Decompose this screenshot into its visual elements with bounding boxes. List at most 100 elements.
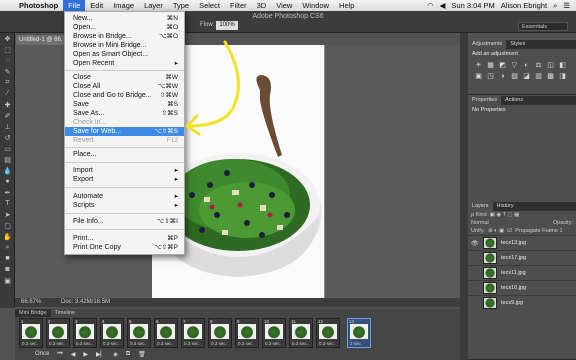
menu-item-save-for-web[interactable]: Save for Web... ⌥⇧⌘S (65, 127, 184, 136)
menu-item-new[interactable]: New... ⌘N (65, 14, 184, 23)
menu-file[interactable]: File (63, 0, 86, 11)
menu-item-save-as[interactable]: Save As... ⇧⌘S (65, 109, 184, 118)
healing-tool-icon[interactable]: ✚ (0, 99, 15, 110)
menu-item-close-all[interactable]: Close All ⌥⌘W (65, 82, 184, 91)
menu-item-print-one-copy[interactable]: Print One Copy ⌥⇧⌘P (65, 243, 184, 252)
menu-window[interactable]: Window (297, 0, 334, 11)
menu-3d[interactable]: 3D (252, 0, 272, 11)
menu-image[interactable]: Image (108, 0, 139, 11)
tab-properties[interactable]: Properties (468, 96, 502, 105)
menu-item-open-smart-object[interactable]: Open as Smart Object... (65, 50, 184, 59)
menu-item-close[interactable]: Close ⌘W (65, 73, 184, 82)
dodge-tool-icon[interactable]: ● (0, 176, 15, 187)
menu-layer[interactable]: Layer (139, 0, 168, 11)
eye-icon[interactable]: 👁 (471, 240, 479, 247)
levels-icon[interactable]: ▦ (486, 61, 495, 70)
menu-item-place[interactable]: Place... (65, 150, 184, 159)
menu-item-print[interactable]: Print... ⌘P (65, 234, 184, 243)
tween-icon[interactable]: ◈ (113, 351, 118, 358)
timeline-frame[interactable]: 5 0.3 sec. (127, 318, 151, 348)
tab-layers[interactable]: Layers (468, 202, 493, 211)
zoom-tool-icon[interactable]: ⌕ (0, 242, 15, 253)
prev-frame-icon[interactable]: ◀ (71, 351, 76, 358)
workspace-select[interactable]: Essentials (518, 22, 568, 31)
lasso-tool-icon[interactable]: ◌ (0, 55, 15, 66)
layer-row[interactable]: tecx10.jpg (468, 280, 576, 295)
layer-row[interactable]: tecx17.jpg (468, 250, 576, 265)
timeline-frame[interactable]: 1 0.3 sec. (19, 318, 43, 348)
menu-item-save[interactable]: Save ⌘S (65, 100, 184, 109)
move-tool-icon[interactable]: ✥ (0, 33, 15, 44)
tab-mini-bridge[interactable]: Mini Bridge (15, 309, 51, 317)
gradient-map-icon[interactable]: ▩ (546, 72, 555, 81)
menu-item-automate[interactable]: Automate ▸ (65, 192, 184, 201)
gradient-tool-icon[interactable]: ▤ (0, 154, 15, 165)
volume-icon[interactable]: ◀ (440, 1, 446, 10)
menu-item-export[interactable]: Export ▸ (65, 175, 184, 184)
timeline-frame[interactable]: 11 0.3 sec. (289, 318, 313, 348)
timeline-frame[interactable]: 3 0.3 sec. (73, 318, 97, 348)
tab-styles[interactable]: Styles (506, 40, 529, 49)
color-swatch-icon[interactable]: ■ (0, 253, 15, 264)
eraser-tool-icon[interactable]: ▭ (0, 143, 15, 154)
menu-item-open-recent[interactable]: Open Recent ▸ (65, 59, 184, 68)
brush-tool-icon[interactable]: ✐ (0, 110, 15, 121)
propagate-checkbox[interactable]: ☑ (507, 228, 512, 234)
invert-icon[interactable]: ▨ (510, 72, 519, 81)
timeline-frame[interactable]: 7 0.3 sec. (181, 318, 205, 348)
wifi-icon[interactable]: ◠ (427, 1, 434, 10)
tab-timeline[interactable]: Timeline (50, 309, 80, 317)
clock[interactable]: Sun 3:04 PM (451, 1, 494, 10)
layer-row[interactable]: 👁 tecx13.jpg (468, 235, 576, 250)
stamp-tool-icon[interactable]: ⊥ (0, 121, 15, 132)
timeline-frame-selected[interactable]: 13 2 sec. (347, 318, 371, 348)
menu-item-close-go-bridge[interactable]: Close and Go to Bridge... ⇧⌘W (65, 91, 184, 100)
channel-mixer-icon[interactable]: ◳ (486, 72, 495, 81)
tab-history[interactable]: History (493, 202, 518, 211)
menu-item-browse-bridge[interactable]: Browse in Bridge... ⌥⌘O (65, 32, 184, 41)
loop-select[interactable]: Once (35, 351, 49, 358)
vibrance-icon[interactable]: ◐ (522, 61, 531, 70)
next-frame-icon[interactable]: ▶▏ (96, 351, 105, 358)
blend-mode-select[interactable]: Normal (471, 220, 489, 226)
document-tab[interactable]: Untitled-1 @ 66. (16, 35, 66, 45)
layer-filter-kind[interactable]: ρ Kind (471, 212, 487, 218)
marquee-tool-icon[interactable]: ⬚ (0, 44, 15, 55)
filter-icons[interactable]: ▣ ◉ T ▢ ▦ (490, 212, 520, 218)
blur-tool-icon[interactable]: 💧 (0, 165, 15, 176)
menu-item-scripts[interactable]: Scripts ▸ (65, 201, 184, 210)
color-lookup-icon[interactable]: ◑ (498, 72, 507, 81)
menu-item-browse-mini-bridge[interactable]: Browse in Mini Bridge... (65, 41, 184, 50)
menu-select[interactable]: Select (194, 0, 225, 11)
timeline-frame[interactable]: 9 0.3 sec. (235, 318, 259, 348)
layer-row[interactable]: tecx11.jpg (468, 265, 576, 280)
screen-mode-icon[interactable]: ▣ (0, 275, 15, 286)
type-tool-icon[interactable]: T (0, 198, 15, 209)
hue-sat-icon[interactable]: ⚖ (534, 61, 543, 70)
first-frame-icon[interactable]: ⏮ (57, 351, 62, 358)
selective-color-icon[interactable]: ◨ (558, 72, 567, 81)
menu-photoshop[interactable]: Photoshop (14, 0, 63, 11)
timeline-frame[interactable]: 2 0.3 sec. (46, 318, 70, 348)
menu-item-import[interactable]: Import ▸ (65, 166, 184, 175)
threshold-icon[interactable]: ▥ (534, 72, 543, 81)
color-balance-icon[interactable]: ◫ (546, 61, 555, 70)
curves-icon[interactable]: ◩ (498, 61, 507, 70)
timeline-frame[interactable]: 6 0.3 sec. (154, 318, 178, 348)
flow-input[interactable]: 100% (216, 21, 238, 30)
history-brush-tool-icon[interactable]: ↺ (0, 132, 15, 143)
layer-row[interactable]: tecx9.jpg (468, 295, 576, 310)
pen-tool-icon[interactable]: ✒ (0, 187, 15, 198)
timeline-frame[interactable]: 8 0.3 sec. (208, 318, 232, 348)
search-icon[interactable]: ⌕ (553, 1, 557, 11)
shape-tool-icon[interactable]: ▢ (0, 220, 15, 231)
quick-mask-icon[interactable]: ◙ (0, 264, 15, 275)
timeline-frame[interactable]: 4 0.3 sec. (100, 318, 124, 348)
menu-edit[interactable]: Edit (85, 0, 108, 11)
list-icon[interactable]: ☰ (563, 1, 570, 10)
hand-tool-icon[interactable]: ✋ (0, 231, 15, 242)
quick-select-tool-icon[interactable]: ✎ (0, 66, 15, 77)
tab-adjustments[interactable]: Adjustments (468, 40, 507, 49)
user-name[interactable]: Alison Ebright (501, 1, 547, 10)
unify-icons[interactable]: ⊕ ◐ ▣ (488, 228, 504, 234)
